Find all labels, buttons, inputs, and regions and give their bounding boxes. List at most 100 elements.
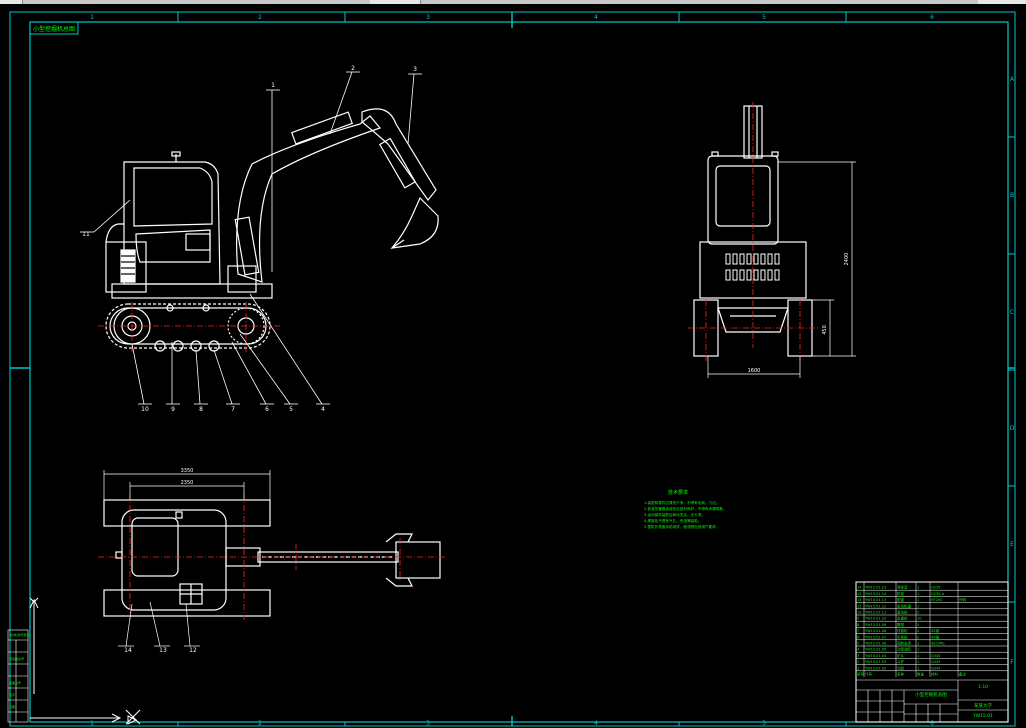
parts-cell-note: 外购 (959, 597, 967, 602)
zone-row-a: A (1010, 76, 1015, 83)
side-view-balloons: 1 2 3 4 5 6 7 8 9 10 11 (82, 65, 417, 413)
parts-cell-code: YW15.01.13 (865, 598, 886, 602)
tech-note-2: 2.各液压管路连接处应密封良好，不得有渗漏现象。 (644, 506, 727, 511)
parts-cell-qty: 2 (917, 629, 919, 633)
strip-label-1: 借(通)用件登记 (9, 632, 29, 637)
ucs-icon (29, 597, 141, 725)
zone-ticks-right (1008, 136, 1015, 603)
parts-cell-material: 45钢 (931, 634, 939, 639)
parts-header-cell: 名称 (897, 672, 905, 677)
zone-row-c: C (1010, 309, 1014, 316)
parts-header-cell: 数量 (917, 672, 925, 677)
parts-cell-no: 14 (857, 586, 862, 590)
dim-inner: 2350 (181, 480, 194, 486)
parts-cell-material: Q345 (931, 654, 940, 658)
parts-cell-name: 引导轮 (897, 634, 908, 639)
parts-cell-code: YW15.01.09 (865, 623, 886, 627)
zone-col-1b: 1 (90, 720, 94, 727)
zone-col-1: 1 (90, 14, 94, 21)
balloon-4: 4 (321, 406, 325, 413)
parts-cell-material: 45钢 (931, 628, 939, 633)
parts-cell-code: YW15.01.04 (865, 654, 887, 658)
engine-grille (120, 249, 136, 283)
boom (236, 115, 382, 283)
top-view-centerlines (98, 494, 446, 620)
zone-col-6b: 6 (930, 720, 934, 727)
parts-cell-name: 斗杆 (897, 659, 905, 664)
dim-track-height: 450 (822, 325, 828, 335)
parts-cell-material: Q345 (931, 660, 940, 664)
dim-overall: 3350 (181, 468, 194, 474)
zone-col-4b: 4 (594, 720, 598, 727)
parts-cell-no: 6 (857, 635, 859, 639)
side-view-leaders (80, 71, 422, 405)
zone-row-d: D (1010, 425, 1015, 432)
cab-door (135, 229, 211, 263)
zone-row-b: B (1010, 192, 1014, 199)
parts-cell-name: 配重 (897, 597, 905, 602)
bucket (390, 196, 439, 249)
parts-cell-code: YW15.01.06 (865, 642, 886, 646)
front-cab-window (715, 165, 771, 227)
parts-header-cell: 序号 (857, 672, 865, 677)
parts-cell-code: YW15.01.08 (865, 629, 886, 633)
parts-cell-no: 4 (857, 648, 860, 652)
title-drawing-code: YW15.01 (972, 713, 993, 719)
parts-cell-no: 3 (857, 654, 859, 658)
balloon-8: 8 (199, 406, 203, 413)
parts-cell-qty: 1 (917, 598, 919, 602)
top-track-upper (103, 499, 271, 527)
balloon-11: 11 (82, 231, 90, 238)
title-stamp-text: 小型挖掘机总图 (33, 25, 75, 33)
parts-cell-code: YW15.01.07 (865, 635, 886, 639)
zone-col-5: 5 (762, 14, 766, 21)
parts-cell-name: 动臂 (897, 665, 905, 670)
parts-cell-name: 铲斗 (897, 653, 905, 658)
parts-cell-code: YW15.01.05 (865, 648, 886, 652)
title-drawing-name: 小型挖掘机总图 (915, 691, 947, 698)
parts-cell-code: YW15.01.11 (865, 611, 886, 615)
parts-header-cell: 材料 (931, 672, 939, 677)
top-view-dimensions (103, 470, 271, 647)
zone-col-2b: 2 (258, 720, 262, 727)
zone-col-3: 3 (426, 14, 430, 21)
top-view[interactable] (103, 499, 441, 617)
strip-label-5: 日期 (9, 704, 15, 709)
cad-drawing-canvas[interactable]: 1 2 3 4 5 6 1 2 3 4 5 6 A B C D E F 小型挖掘… (0, 4, 1026, 728)
parts-cell-no: 8 (857, 623, 859, 627)
balloon-2: 2 (351, 65, 355, 72)
parts-cell-qty: 1 (917, 604, 919, 608)
parts-header-cell: 备注 (959, 672, 967, 677)
parts-cell-name: 履带 (897, 622, 905, 627)
parts-cell-qty: 1 (917, 654, 919, 658)
parts-cell-material: HT200 (931, 598, 942, 602)
balloon-1: 1 (271, 82, 275, 89)
parts-cell-no: 11 (857, 604, 861, 608)
balloon-5: 5 (289, 406, 293, 413)
parts-cell-no: 13 (857, 592, 861, 596)
cab-outline (123, 161, 221, 285)
balloon-6: 6 (265, 406, 269, 413)
top-bucket (395, 541, 441, 579)
parts-cell-name: 托链轮 (897, 628, 908, 633)
balloon-12: 12 (189, 647, 197, 654)
strip-label-3: 底图总号 (9, 680, 21, 685)
parts-cell-no: 5 (857, 642, 859, 646)
parts-cell-name: 动臂油缸 (897, 647, 911, 652)
parts-cell-qty: 2 (917, 623, 919, 627)
balloon-7: 7 (231, 406, 235, 413)
parts-cell-code: YW15.01.03 (865, 660, 886, 664)
front-grille (725, 253, 780, 281)
parts-cell-code: YW15.01.10 (865, 617, 886, 621)
title-school: 某某大学 (974, 702, 992, 709)
tech-note-4: 4.焊接处不得有气孔、夹渣等缺陷。 (644, 518, 701, 523)
top-dim-labels: 3350 2350 12 13 14 (124, 468, 197, 654)
upper-frame (111, 283, 273, 299)
zone-row-e: E (1010, 541, 1014, 548)
parts-cell-qty: 1 (917, 666, 919, 670)
parts-cell-no: 9 (857, 617, 859, 621)
parts-cell-no: 10 (857, 611, 861, 615)
parts-cell-name: 驾驶室 (897, 585, 908, 590)
parts-cell-qty: 1 (917, 642, 919, 646)
balloon-10: 10 (141, 406, 149, 413)
